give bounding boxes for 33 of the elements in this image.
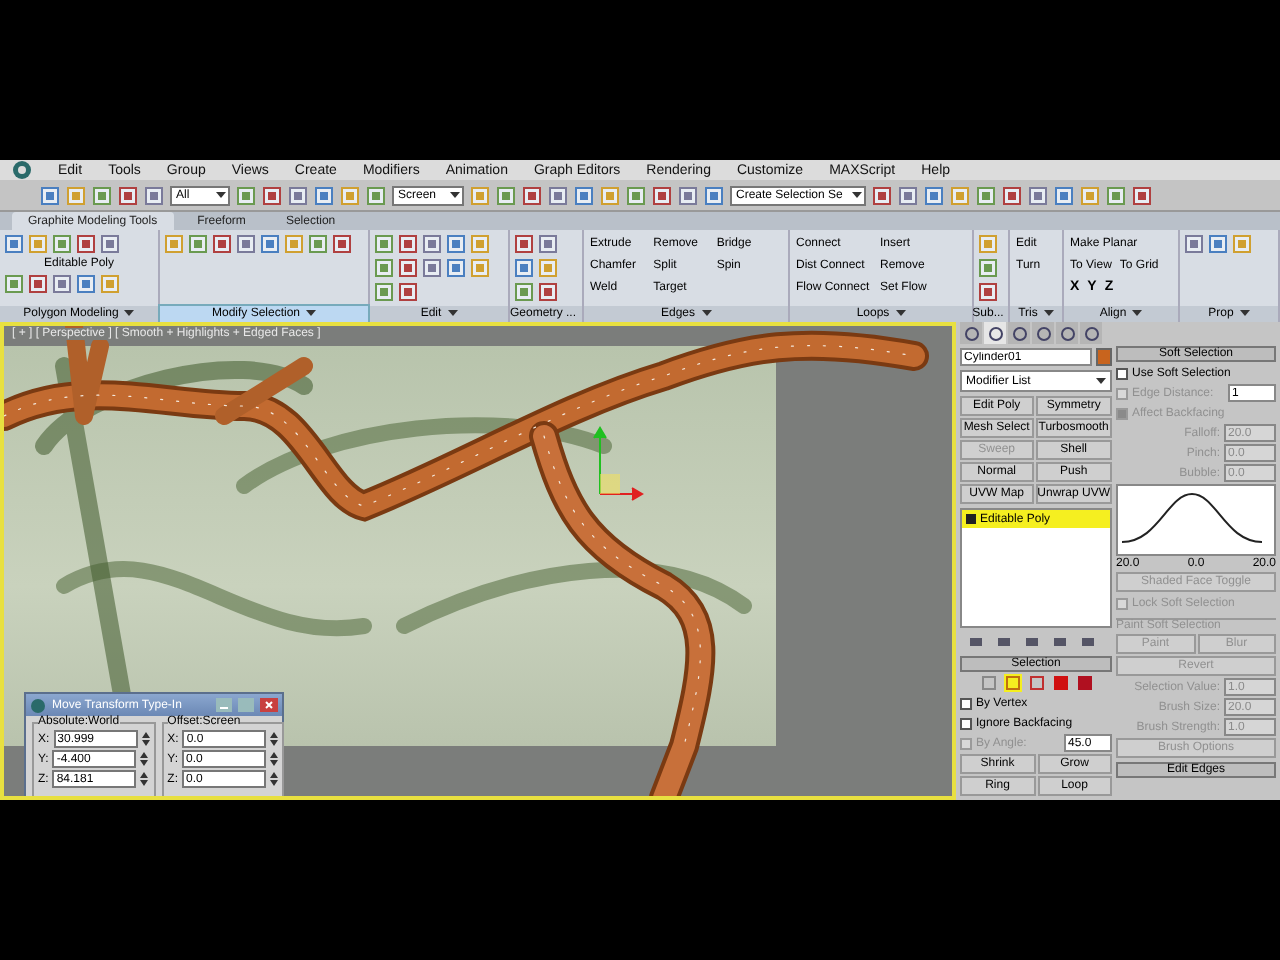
minimize-icon[interactable] [216, 698, 232, 712]
polygon-icon[interactable] [1051, 674, 1069, 692]
caret-icon [1239, 310, 1250, 318]
checkbox[interactable] [1116, 367, 1128, 379]
panel-tab[interactable] [1008, 322, 1030, 344]
checkbox[interactable] [960, 717, 972, 729]
panel-tab[interactable] [1032, 322, 1054, 344]
panel-tab[interactable] [1056, 322, 1078, 344]
panel-tab[interactable] [960, 322, 982, 344]
stack-bullet-icon [966, 514, 976, 524]
caret-icon [124, 310, 135, 318]
caret-icon [306, 310, 317, 318]
caret-icon [1096, 377, 1106, 385]
color-swatch[interactable] [1096, 348, 1112, 366]
close-icon[interactable] [260, 698, 278, 712]
checkbox[interactable] [960, 697, 972, 709]
caret-icon [450, 191, 460, 199]
caret-icon [447, 310, 458, 318]
caret-icon [895, 310, 906, 318]
app-logo-icon[interactable] [8, 160, 36, 180]
caret-icon [701, 310, 711, 318]
caret-icon [216, 191, 226, 199]
edge-icon[interactable] [1003, 674, 1021, 692]
panel-tab[interactable] [1080, 322, 1102, 344]
border-icon[interactable] [1027, 674, 1045, 692]
element-icon[interactable] [1075, 674, 1093, 692]
caret-icon [852, 191, 862, 199]
app-logo-icon [30, 697, 46, 713]
vertex-icon[interactable] [979, 674, 997, 692]
caret-icon [1043, 310, 1054, 318]
caret-icon [1132, 310, 1143, 318]
panel-tab[interactable] [984, 322, 1006, 344]
move-gizmo-icon [588, 422, 648, 502]
